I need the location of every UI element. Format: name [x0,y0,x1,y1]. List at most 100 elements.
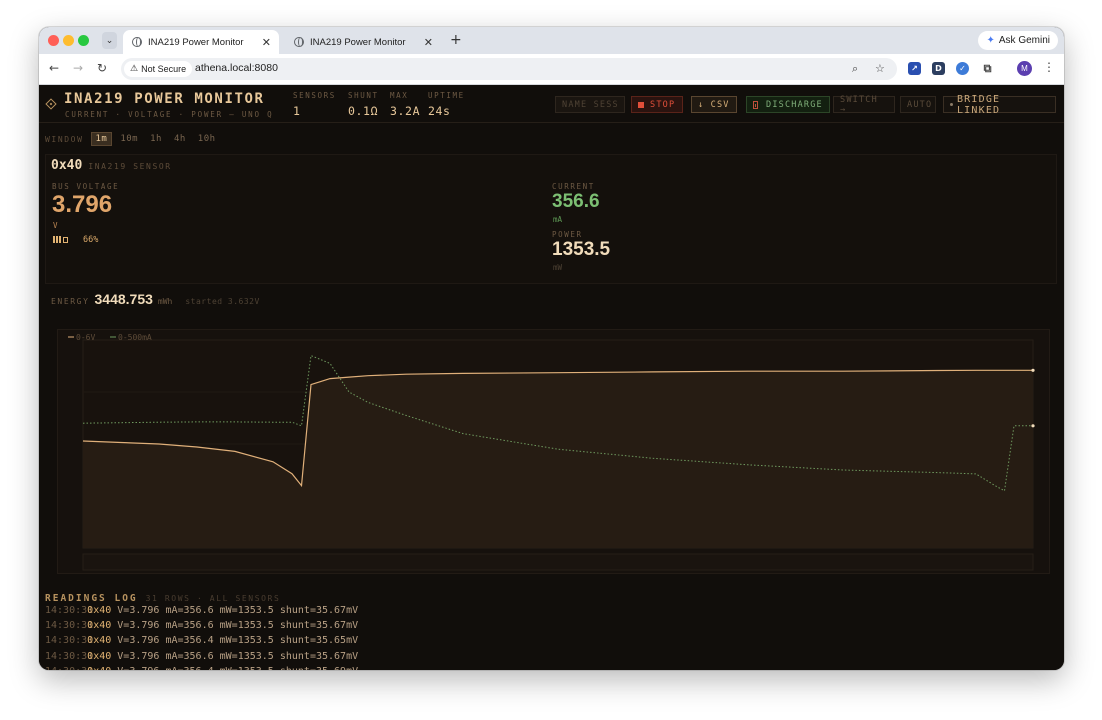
security-label: Not Secure [141,64,187,74]
sensor-header: 0x40 INA219 SENSOR [51,158,172,173]
energy-label: ENERGY [51,297,90,306]
log-row-values: V=3.796 mA=356.6 mW=1353.5 shunt=35.67mV [111,650,359,662]
log-row-address: 0x40 [87,666,111,670]
globe-icon [132,37,142,47]
voltage-current-chart[interactable]: 0-6V 0-500mA [57,329,1050,574]
sensor-address: 0x40 [51,158,83,173]
stat-sensors: SENSORS 1 [293,91,336,118]
chart-svg: 0-6V 0-500mA [68,333,1035,571]
app-title: INA219 POWER MONITOR [64,91,265,107]
time-window-selector: WINDOW 1m 10m 1h 4h 10h [45,132,220,146]
bridge-status-button[interactable]: BRIDGE LINKED [943,94,1056,116]
bus-voltage-value: 3.796 [52,191,113,218]
chart-overview-track [82,553,1034,571]
zoom-icon[interactable]: ⌕ [852,62,858,76]
browser-tab[interactable]: INA219 Power Monitor ✕ [285,30,441,54]
log-row-address: 0x40 [87,650,112,662]
browser-toolbar: ← → ↻ ⚠ Not Secure athena.local:8080 ⌕ ☆… [39,54,1064,85]
browser-window: ⌄ INA219 Power Monitor ✕ INA219 Power Mo… [39,27,1064,670]
readings-log-meta: 31 ROWS · ALL SENSORS [145,594,281,603]
legend-label: 0-500mA [118,333,152,342]
close-tab-icon[interactable]: ✕ [262,36,271,49]
log-row: 14:30:310x40 V=3.796 mA=356.4 mW=1353.5 … [45,633,358,648]
discharge-button[interactable]: DISCHARGE [746,96,830,113]
sensor-type: INA219 SENSOR [88,162,172,171]
tab-strip: ⌄ INA219 Power Monitor ✕ INA219 Power Mo… [39,27,1064,54]
gemini-sparkle-icon: ✦ [986,35,995,46]
battery-percent: 66% [83,235,99,245]
log-row-address: 0x40 [87,635,112,647]
app: INA219 POWER MONITOR CURRENT · VOLTAGE ·… [39,85,1064,670]
current-end-marker [1031,424,1035,428]
voltage-end-marker [1031,368,1035,372]
log-row-address: 0x40 [87,620,112,632]
energy-value: 3448.753 [94,291,153,307]
log-row-time: 14:30:31 [45,620,94,632]
minimize-window-button[interactable] [63,35,74,46]
stop-square-icon [638,101,644,108]
log-row-time: 14:30:31 [45,635,94,647]
log-row: 14:30:310x40 V=3.796 mA=356.4 mW=1353.5 … [45,664,358,670]
energy-started: started 3.632V [185,297,260,306]
log-row: 14:30:310x40 V=3.796 mA=356.6 mW=1353.5 … [45,649,358,664]
status-dot-icon [950,103,953,106]
ask-gemini-button[interactable]: ✦ Ask Gemini [978,31,1058,50]
maximize-window-button[interactable] [78,35,89,46]
bookmark-star-icon[interactable]: ☆ [875,62,885,75]
address-bar[interactable]: ⚠ Not Secure athena.local:8080 ⌕ ☆ [121,58,897,80]
power-unit: mW [553,263,563,272]
window-option-4h[interactable]: 4h [170,133,190,145]
sensor-card: 0x40 INA219 SENSOR BUS VOLTAGE 3.796 V 6… [45,154,1057,284]
legend-label: 0-6V [76,333,95,342]
log-row: 14:30:310x40 V=3.796 mA=356.6 mW=1353.5 … [45,618,358,633]
auto-button[interactable]: AUTO [900,96,936,113]
log-row-time: 14:30:31 [45,650,94,662]
log-row-values: V=3.796 mA=356.6 mW=1353.5 shunt=35.67mV [111,605,359,616]
url-text[interactable]: athena.local:8080 [195,62,278,74]
readings-log: 14:30:310x40 V=3.796 mA=356.6 mW=1353.5 … [45,603,358,670]
energy-row: ENERGY 3448.753 mWh started 3.632V [51,291,260,307]
close-tab-icon[interactable]: ✕ [424,36,433,49]
close-window-button[interactable] [48,35,59,46]
log-row-values: V=3.796 mA=356.6 mW=1353.5 shunt=35.67mV [111,620,359,632]
log-row-values: V=3.796 mA=356.4 mW=1353.5 shunt=35.69mV [111,666,358,670]
ask-gemini-label: Ask Gemini [998,35,1050,46]
log-row-time: 14:30:31 [45,666,93,670]
window-option-10m[interactable]: 10m [116,133,142,145]
tab-search-button[interactable]: ⌄ [102,32,117,49]
app-subtitle: CURRENT · VOLTAGE · POWER — UNO Q [65,110,274,119]
extension-1-icon[interactable]: ↗ [908,62,921,75]
csv-download-button[interactable]: ↓ CSV [691,96,737,113]
power-value: 1353.5 [552,239,611,260]
browser-tab-active[interactable]: INA219 Power Monitor ✕ [123,30,279,54]
forward-arrow-icon[interactable]: → [73,61,83,75]
battery-icon [753,100,758,109]
browser-menu-icon[interactable]: ⋮ [1043,60,1055,74]
bus-voltage-unit: V [53,221,58,230]
back-arrow-icon[interactable]: ← [49,61,59,75]
stat-max: MAX 3.2A [390,91,421,118]
extension-3-icon[interactable]: ✓ [956,62,969,75]
window-option-1m[interactable]: 1m [90,132,113,146]
session-name-input[interactable]: NAME SESSION [555,96,625,113]
extensions-puzzle-icon[interactable]: ⧉ [981,62,994,75]
logo-diamond-icon [45,98,57,110]
window-option-10h[interactable]: 10h [194,133,220,145]
battery-level-icon [53,236,68,243]
stop-button[interactable]: STOP [631,96,683,113]
log-row-time: 14:30:31 [45,605,94,616]
current-label: CURRENT [552,182,595,191]
window-option-1h[interactable]: 1h [146,133,166,145]
tab-title: INA219 Power Monitor [148,36,244,48]
extension-2-icon[interactable]: D [932,62,945,75]
profile-avatar[interactable]: M [1017,61,1032,76]
globe-icon [294,37,304,47]
switch-button[interactable]: SWITCH → [833,95,895,115]
reload-icon[interactable]: ↻ [97,61,107,75]
stat-shunt: SHUNT 0.1Ω [348,91,379,118]
bus-voltage-label: BUS VOLTAGE [52,182,120,191]
security-chip[interactable]: ⚠ Not Secure [124,61,193,77]
current-unit: mA [553,215,563,224]
power-label: POWER [552,230,583,239]
new-tab-button[interactable]: + [450,32,462,48]
